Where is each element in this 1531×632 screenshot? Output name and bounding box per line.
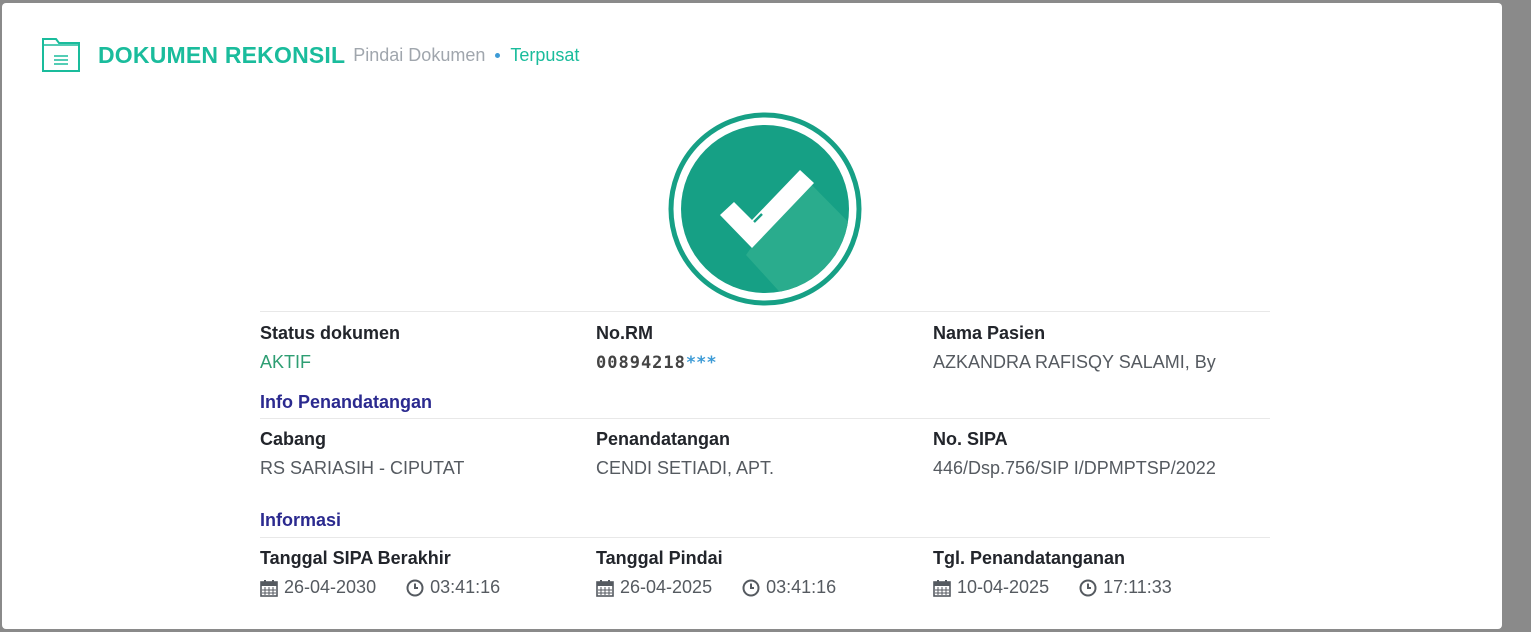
sign-label: Tgl. Penandatanganan: [933, 548, 1126, 568]
breadcrumb-dot: [495, 52, 501, 58]
signer-value: CENDI SETIADI, APT.: [596, 458, 775, 478]
patient-label: Nama Pasien: [933, 323, 1046, 343]
calendar-icon: [933, 579, 951, 597]
section-info-title: Informasi: [260, 510, 342, 530]
sign-date: 10-04-2025: [957, 577, 1050, 597]
sign-datetime: 10-04-2025 17:11:33: [933, 577, 1263, 598]
scan-datetime: 26-04-2025 03:41:16: [596, 577, 926, 598]
divider: [260, 311, 1270, 312]
sipa-label: No. SIPA: [933, 429, 1008, 449]
patient-value: AZKANDRA RAFISQY SALAMI, By: [933, 352, 1216, 372]
rm-value-wrap: 00894218***: [596, 352, 926, 373]
rm-mask: ***: [685, 353, 717, 373]
expire-label: Tanggal SIPA Berakhir: [260, 548, 451, 568]
status-badge: AKTIF: [260, 352, 312, 372]
page-header: DOKUMEN REKONSIL Pindai Dokumen Terpusat: [42, 37, 579, 73]
document-icon: [42, 38, 80, 72]
sipa-field: No. SIPA 446/Dsp.756/SIP I/DPMPTSP/2022: [933, 429, 1263, 479]
breadcrumb: Terpusat: [510, 44, 580, 65]
sign-field: Tgl. Penandatanganan 10-04-2025 17:11:33: [933, 548, 1263, 598]
expire-field: Tanggal SIPA Berakhir 26-04-2030 03:41:1…: [260, 548, 590, 598]
status-field: Status dokumen AKTIF: [260, 323, 590, 373]
divider: [260, 418, 1270, 419]
scan-field: Tanggal Pindai 26-04-2025 03:41:16: [596, 548, 926, 598]
checkmark-icon: [668, 112, 862, 306]
sipa-value: 446/Dsp.756/SIP I/DPMPTSP/2022: [933, 458, 1216, 478]
branch-label: Cabang: [260, 429, 327, 449]
expire-datetime: 26-04-2030 03:41:16: [260, 577, 590, 598]
clock-icon: [406, 579, 424, 596]
signer-field: Penandatangan CENDI SETIADI, APT.: [596, 429, 926, 479]
sign-time: 17:11:33: [1103, 577, 1172, 597]
document-card: DOKUMEN REKONSIL Pindai Dokumen Terpusat…: [2, 3, 1502, 629]
rm-value: 00894218: [596, 353, 686, 373]
status-label: Status dokumen: [260, 323, 401, 343]
page-subtitle: Pindai Dokumen: [353, 44, 486, 65]
page-title: DOKUMEN REKONSIL: [98, 41, 346, 68]
expire-date: 26-04-2030: [284, 577, 377, 597]
rm-field: No.RM 00894218***: [596, 323, 926, 373]
expire-time: 03:41:16: [430, 577, 501, 597]
scan-label: Tanggal Pindai: [596, 548, 723, 568]
clock-icon: [742, 579, 760, 596]
patient-field: Nama Pasien AZKANDRA RAFISQY SALAMI, By: [933, 323, 1263, 373]
clock-icon: [1079, 579, 1097, 596]
calendar-icon: [596, 579, 614, 597]
branch-value: RS SARIASIH - CIPUTAT: [260, 458, 465, 478]
scan-time: 03:41:16: [766, 577, 837, 597]
calendar-icon: [260, 579, 278, 597]
scan-date: 26-04-2025: [620, 577, 713, 597]
section-signer-title: Info Penandatangan: [260, 392, 433, 412]
divider: [260, 537, 1270, 538]
signer-label: Penandatangan: [596, 429, 731, 449]
rm-label: No.RM: [596, 323, 653, 343]
branch-field: Cabang RS SARIASIH - CIPUTAT: [260, 429, 590, 479]
